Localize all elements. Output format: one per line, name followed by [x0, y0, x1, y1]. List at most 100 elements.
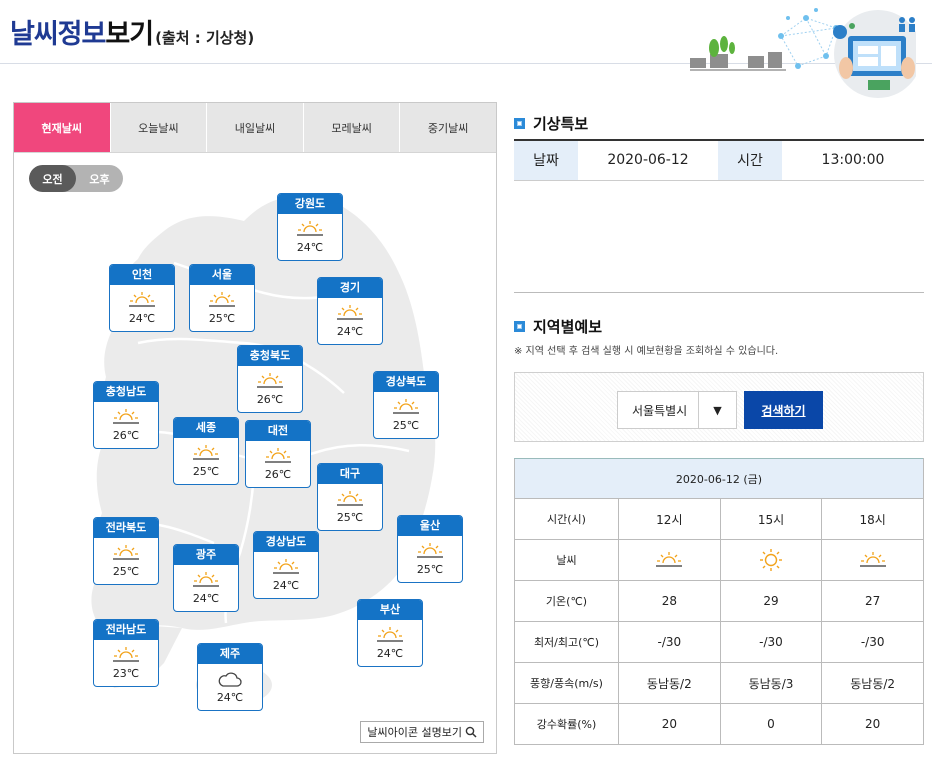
- region-card-gwangju[interactable]: 광주 24℃: [173, 544, 239, 612]
- region-name: 제주: [198, 644, 262, 664]
- table-row: 기온(℃) 28 29 27: [514, 580, 924, 622]
- sun-icon: [113, 545, 139, 560]
- sun-icon: [377, 627, 403, 642]
- region-temperature: 25℃: [416, 563, 444, 576]
- sun-icon: [265, 448, 291, 463]
- sun-icon: [337, 305, 363, 320]
- region-temperature: 25℃: [336, 511, 364, 524]
- sun-icon: [209, 292, 235, 307]
- region-select-value: 서울특별시: [632, 403, 688, 418]
- cloud-icon: [218, 672, 242, 687]
- region-name: 광주: [174, 545, 238, 565]
- region-select[interactable]: 서울특별시 ▼: [617, 391, 737, 429]
- table-cell: 18시: [821, 498, 924, 540]
- table-row: 강수확률(%) 20 0 20: [514, 703, 924, 745]
- region-temperature: 26℃: [112, 429, 140, 442]
- sun-icon: [273, 559, 299, 574]
- table-cell: 15시: [719, 498, 823, 540]
- region-card-gyeongnam[interactable]: 경상남도 24℃: [253, 531, 319, 599]
- date-label: 날짜: [514, 140, 578, 181]
- region-name: 전라북도: [94, 518, 158, 538]
- region-card-gangwon[interactable]: 강원도 24℃: [277, 193, 343, 261]
- sun-icon: [113, 409, 139, 424]
- page-title: 날씨정보보기 (출처 : 기상청): [10, 12, 254, 51]
- region-card-chungbuk[interactable]: 충청북도 26℃: [237, 345, 303, 413]
- region-name: 충청남도: [94, 382, 158, 402]
- region-temperature: 26℃: [256, 393, 284, 406]
- weather-warning-heading: 기상특보: [514, 113, 588, 134]
- sun-icon: [417, 543, 443, 558]
- region-card-chungnam[interactable]: 충청남도 26℃: [93, 381, 159, 449]
- region-name: 세종: [174, 418, 238, 438]
- sun-icon: [393, 399, 419, 414]
- region-card-gyeongbuk[interactable]: 경상북도 25℃: [373, 371, 439, 439]
- dropdown-arrow-icon: ▼: [698, 392, 736, 428]
- region-card-jeonbuk[interactable]: 전라북도 25℃: [93, 517, 159, 585]
- forecast-date-header: 2020-06-12 (금): [514, 458, 924, 499]
- sun-icon: [859, 552, 886, 567]
- table-cell: 동남동/2: [821, 662, 924, 704]
- sun-icon: [193, 445, 219, 460]
- row-label: 풍향/풍속(m/s): [514, 662, 619, 704]
- search-button[interactable]: 검색하기: [744, 391, 823, 429]
- current-weather-map-panel: 현재날씨 오늘날씨 내일날씨 모레날씨 중기날씨 오전 오후 강원도 24℃ 인천…: [13, 102, 497, 754]
- icon-guide-label: 날씨아이콘 설명보기: [367, 726, 462, 739]
- table-cell: 29: [719, 580, 823, 622]
- weather-warning-title: 기상특보: [533, 115, 589, 133]
- time-value: 13:00:00: [782, 140, 924, 181]
- region-card-jeju[interactable]: 제주 24℃: [197, 643, 263, 711]
- page-title-sub: 보기: [105, 19, 154, 50]
- region-temperature: 24℃: [192, 592, 220, 605]
- weather-warning-table: 날짜 2020-06-12 시간 13:00:00: [514, 139, 924, 181]
- row-label: 최저/최고(℃): [514, 621, 619, 663]
- header-illustration: [690, 8, 916, 98]
- region-name: 서울: [190, 265, 254, 285]
- region-card-seoul[interactable]: 서울 25℃: [189, 264, 255, 332]
- bullet-square-icon: [514, 118, 525, 129]
- region-name: 대전: [246, 421, 310, 441]
- region-temperature: 24℃: [216, 691, 244, 704]
- table-cell: [821, 539, 924, 581]
- table-cell: 동남동/3: [719, 662, 823, 704]
- region-temperature: 25℃: [392, 419, 420, 432]
- weather-icon-guide-button[interactable]: 날씨아이콘 설명보기: [360, 721, 484, 743]
- weather-warning-content: [514, 181, 924, 293]
- am-button[interactable]: 오전: [29, 165, 76, 192]
- region-card-ulsan[interactable]: 울산 25℃: [397, 515, 463, 583]
- region-temperature: 24℃: [296, 241, 324, 254]
- sun-icon: [656, 552, 683, 567]
- region-name: 경기: [318, 278, 382, 298]
- table-cell: 0: [719, 703, 823, 745]
- sun-icon: [297, 221, 323, 236]
- region-card-daejeon[interactable]: 대전 26℃: [245, 420, 311, 488]
- region-card-gyeonggi[interactable]: 경기 24℃: [317, 277, 383, 345]
- sun-icon: [337, 491, 363, 506]
- table-row: 최저/최고(℃) -/30 -/30 -/30: [514, 621, 924, 663]
- region-temperature: 25℃: [208, 312, 236, 325]
- region-name: 대구: [318, 464, 382, 484]
- region-temperature: 24℃: [376, 647, 404, 660]
- region-temperature: 24℃: [272, 579, 300, 592]
- regional-forecast-title: 지역별예보: [533, 318, 603, 336]
- region-search-box: 서울특별시 ▼ 검색하기: [514, 372, 924, 442]
- regional-forecast-description: ※ 지역 선택 후 검색 실행 시 예보현황을 조회하실 수 있습니다.: [514, 346, 779, 357]
- region-card-busan[interactable]: 부산 24℃: [357, 599, 423, 667]
- region-card-daegu[interactable]: 대구 25℃: [317, 463, 383, 531]
- region-temperature: 25℃: [112, 565, 140, 578]
- region-name: 전라남도: [94, 620, 158, 640]
- region-name: 충청북도: [238, 346, 302, 366]
- table-cell: 동남동/2: [618, 662, 721, 704]
- page-source: (출처 : 기상청): [155, 29, 255, 47]
- table-cell: 20: [821, 703, 924, 745]
- date-value: 2020-06-12: [578, 140, 718, 181]
- search-icon: [465, 726, 477, 738]
- region-card-jeonnam[interactable]: 전라남도 23℃: [93, 619, 159, 687]
- region-card-sejong[interactable]: 세종 25℃: [173, 417, 239, 485]
- row-label: 기온(℃): [514, 580, 619, 622]
- region-temperature: 26℃: [264, 468, 292, 481]
- region-name: 울산: [398, 516, 462, 536]
- pm-button[interactable]: 오후: [76, 165, 123, 192]
- region-card-incheon[interactable]: 인천 24℃: [109, 264, 175, 332]
- table-row: 시간(시) 12시 15시 18시: [514, 498, 924, 540]
- page-header: 날씨정보보기 (출처 : 기상청): [0, 0, 932, 98]
